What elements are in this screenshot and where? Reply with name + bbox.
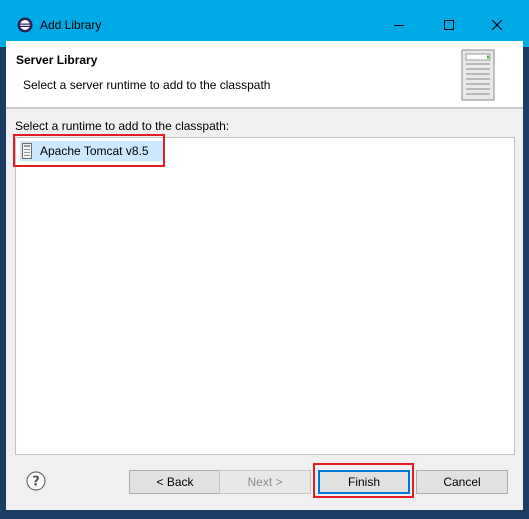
page-description: Select a server runtime to add to the cl… [23,78,271,92]
help-icon[interactable]: ? [26,471,46,491]
next-button[interactable]: Next > [219,470,311,494]
runtime-list[interactable]: Apache Tomcat v8.5 [15,137,515,455]
cancel-button[interactable]: Cancel [416,470,508,494]
maximize-button[interactable] [426,11,471,39]
runtime-label: Apache Tomcat v8.5 [40,144,149,158]
minimize-button[interactable] [376,11,421,39]
server-runtime-icon [22,143,32,159]
wizard-body: Select a runtime to add to the classpath… [6,109,523,455]
add-library-dialog: Add Library Server Library Select a serv… [0,0,529,519]
finish-button[interactable]: Finish [318,470,410,494]
window-title: Add Library [40,18,102,32]
back-button[interactable]: < Back [129,470,221,494]
runtime-prompt-label: Select a runtime to add to the classpath… [15,119,230,133]
close-icon [491,20,502,30]
eclipse-icon [17,17,33,33]
window-bottom-border [6,510,523,513]
title-bar[interactable]: Add Library [0,0,529,47]
wizard-header: Server Library Select a server runtime t… [6,41,523,107]
minimize-icon [393,25,404,26]
list-item[interactable]: Apache Tomcat v8.5 [20,141,163,161]
server-icon [461,49,495,101]
close-button[interactable] [474,11,519,39]
wizard-footer: ? < Back Next > Finish Cancel [6,455,523,510]
maximize-icon [443,20,454,30]
page-title: Server Library [16,53,98,67]
svg-text:?: ? [32,475,40,490]
